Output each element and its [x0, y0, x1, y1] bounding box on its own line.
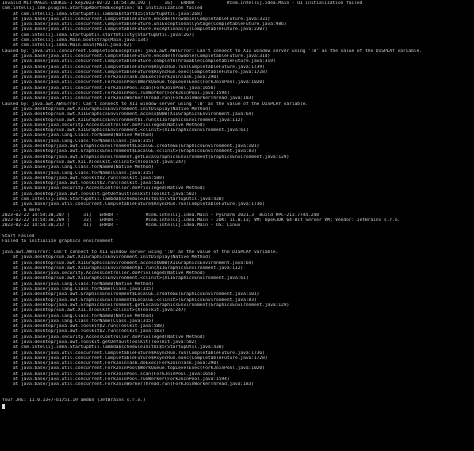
terminal-cursor [2, 403, 5, 409]
terminal-cursor-line [2, 403, 472, 409]
terminal-output[interactable]: Invalid MIT-MAGIC-COOKIE-1 key2023-02-22… [0, 0, 474, 451]
